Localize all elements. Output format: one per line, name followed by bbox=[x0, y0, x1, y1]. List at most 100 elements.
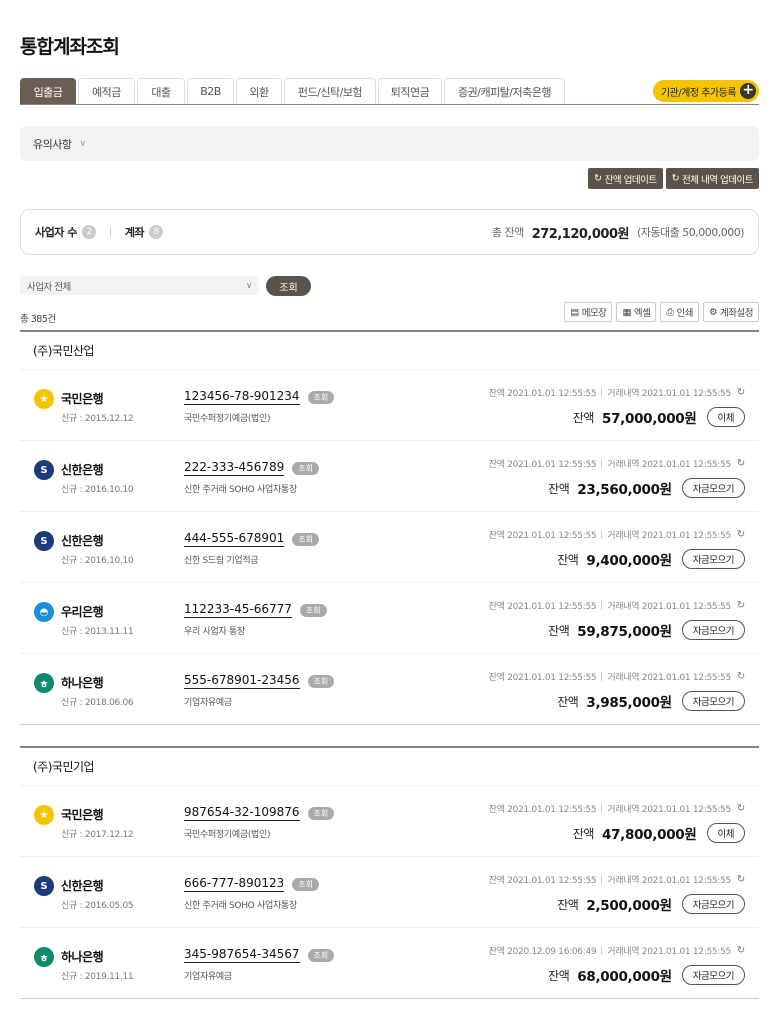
refresh-icon[interactable]: ↻ bbox=[737, 671, 745, 682]
tab-forex[interactable]: 외환 bbox=[236, 78, 282, 104]
opened-date: 신규 : 2016.05.05 bbox=[61, 901, 134, 911]
account-number-link[interactable]: 666-777-890123 bbox=[184, 876, 285, 892]
tab-deposit-withdrawal[interactable]: 입출금 bbox=[20, 78, 76, 104]
account-number-wrap: 666-777-890123 조회 bbox=[184, 876, 320, 892]
account-action-button[interactable]: 자금모으기 bbox=[681, 620, 745, 640]
balance-label: 잔액 bbox=[548, 968, 570, 983]
tab-b2b[interactable]: B2B bbox=[187, 78, 234, 104]
inquiry-badge[interactable]: 조회 bbox=[307, 390, 335, 404]
transaction-timestamp: 거래내역 2021.01.01 12:55:55 bbox=[607, 673, 731, 683]
refresh-icon[interactable]: ↻ bbox=[737, 874, 745, 885]
account-product-name: 기업자유예금 bbox=[184, 698, 232, 708]
account-action-button[interactable]: 이체 bbox=[706, 823, 745, 843]
search-button[interactable]: 조회 bbox=[266, 276, 311, 296]
balance-update-button[interactable]: ↻ 잔액 업데이트 bbox=[588, 168, 663, 189]
refresh-icon[interactable]: ↻ bbox=[737, 458, 745, 469]
account-action-button[interactable]: 자금모으기 bbox=[681, 478, 745, 498]
account-number-wrap: 987654-32-109876 조회 bbox=[184, 805, 335, 821]
divider bbox=[601, 672, 603, 681]
account-action-button[interactable]: 이체 bbox=[706, 407, 745, 427]
tab-savings[interactable]: 예적금 bbox=[78, 78, 135, 104]
bank-name: 국민은행 bbox=[61, 392, 104, 406]
account-number-link[interactable]: 345-987654-34567 bbox=[184, 947, 300, 963]
refresh-icon: ↻ bbox=[594, 173, 602, 184]
balance: 잔액 2,500,000원 자금모으기 bbox=[557, 894, 745, 914]
total-balance-label: 총 잔액 bbox=[491, 226, 524, 239]
print-label: 인쇄 bbox=[676, 308, 694, 319]
bank-name: 신한은행 bbox=[61, 879, 104, 893]
divider bbox=[601, 459, 603, 468]
balance-label: 잔액 bbox=[572, 826, 595, 841]
account-number-link[interactable]: 112233-45-66777 bbox=[184, 602, 292, 618]
inquiry-badge[interactable]: 조회 bbox=[292, 461, 320, 475]
excel-button[interactable]: ▦ 엑셀 bbox=[616, 302, 657, 322]
refresh-icon[interactable]: ↻ bbox=[737, 529, 745, 540]
notice-toggle[interactable]: 유의사항 ∨ bbox=[20, 126, 759, 161]
balance-label: 잔액 bbox=[557, 694, 579, 709]
balance-timestamp: 잔액 2021.01.01 12:55:55 bbox=[488, 602, 597, 612]
print-button[interactable]: ⎙ 인쇄 bbox=[660, 302, 699, 322]
opened-date: 신규 : 2016.10.10 bbox=[61, 556, 134, 566]
account-row: S 신한은행 신규 : 2016.10.10 222-333-456789 조회 신한 주… bbox=[20, 441, 759, 512]
inquiry-badge[interactable]: 조회 bbox=[307, 674, 335, 688]
account-action-button[interactable]: 자금모으기 bbox=[681, 691, 745, 711]
account-number-link[interactable]: 222-333-456789 bbox=[184, 460, 285, 476]
tab-securities[interactable]: 증권/캐피탈/저축은행 bbox=[444, 78, 565, 104]
refresh-icon[interactable]: ↻ bbox=[737, 387, 745, 398]
update-timestamps: 잔액 2021.01.01 12:55:55 거래내역 2021.01.01 12… bbox=[488, 599, 746, 612]
tab-pension[interactable]: 퇴직연금 bbox=[378, 78, 442, 104]
inquiry-badge[interactable]: 조회 bbox=[307, 948, 335, 962]
bank-logo-icon: ★ bbox=[34, 805, 54, 825]
inquiry-badge[interactable]: 조회 bbox=[292, 532, 320, 546]
divider bbox=[601, 601, 603, 610]
update-timestamps: 잔액 2021.01.01 12:55:55 거래내역 2021.01.01 12… bbox=[489, 386, 746, 399]
tab-fund-trust-insurance[interactable]: 펀드/신탁/보험 bbox=[284, 78, 376, 104]
inquiry-badge[interactable]: 조회 bbox=[292, 877, 320, 891]
balance-value: 2,500,000원 bbox=[586, 898, 672, 914]
account-number-link[interactable]: 987654-32-109876 bbox=[184, 805, 300, 821]
bank-name: 하나은행 bbox=[61, 676, 104, 690]
update-timestamps: 잔액 2021.01.01 12:55:55 거래내역 2021.01.01 12… bbox=[489, 528, 746, 541]
divider bbox=[601, 804, 603, 813]
inquiry-badge[interactable]: 조회 bbox=[307, 806, 335, 820]
print-icon: ⎙ bbox=[666, 306, 674, 318]
account-product-name: 기업자유예금 bbox=[184, 972, 232, 982]
account-settings-button[interactable]: ⚙ 계좌설정 bbox=[703, 302, 759, 322]
business-count-badge: 2 bbox=[81, 225, 96, 239]
balance-label: 잔액 bbox=[572, 410, 595, 425]
transaction-timestamp: 거래내역 2021.01.01 12:55:55 bbox=[607, 389, 731, 399]
transaction-timestamp: 거래내역 2021.01.01 12:55:55 bbox=[607, 602, 731, 612]
bank-name: 하나은행 bbox=[61, 950, 104, 964]
tab-loan[interactable]: 대출 bbox=[137, 78, 185, 104]
bank-logo-icon: S bbox=[34, 876, 54, 896]
account-number-link[interactable]: 555-678901-23456 bbox=[184, 673, 300, 689]
bank-logo-icon: ㅎ bbox=[34, 947, 54, 967]
account-product-name: 우리 사업자 통장 bbox=[184, 627, 245, 637]
account-number-link[interactable]: 123456-78-901234 bbox=[184, 389, 300, 405]
notice-label: 유의사항 bbox=[33, 137, 72, 151]
business-select[interactable]: 사업자 전체 ∨ bbox=[20, 276, 259, 295]
balance: 잔액 3,985,000원 자금모으기 bbox=[557, 691, 745, 711]
account-action-button[interactable]: 자금모으기 bbox=[681, 965, 745, 985]
account-number-link[interactable]: 444-555-678901 bbox=[184, 531, 285, 547]
refresh-icon[interactable]: ↻ bbox=[737, 600, 745, 611]
update-timestamps: 잔액 2020.12.09 16:06:49 거래내역 2021.01.01 12… bbox=[489, 944, 746, 957]
account-action-button[interactable]: 자금모으기 bbox=[681, 549, 745, 569]
excel-label: 엑셀 bbox=[633, 308, 651, 319]
memo-button[interactable]: ▤ 메모장 bbox=[564, 302, 613, 322]
account-row: ㅎ 하나은행 신규 : 2018.06.06 555-678901-23456 조회 기업… bbox=[20, 654, 759, 725]
transaction-timestamp: 거래내역 2021.01.01 12:55:55 bbox=[607, 460, 731, 470]
refresh-icon[interactable]: ↻ bbox=[737, 803, 745, 814]
inquiry-badge[interactable]: 조회 bbox=[299, 603, 327, 617]
opened-date: 신규 : 2016.10.10 bbox=[61, 485, 134, 495]
refresh-icon[interactable]: ↻ bbox=[737, 945, 745, 956]
bank-name: 우리은행 bbox=[61, 605, 104, 619]
balance-value: 68,000,000원 bbox=[577, 969, 672, 985]
account-count-badge: 8 bbox=[149, 225, 164, 239]
total-balance-value: 272,120,000원 bbox=[531, 226, 630, 242]
all-update-button[interactable]: ↻ 전체 내역 업데이트 bbox=[665, 168, 759, 189]
account-action-button[interactable]: 자금모으기 bbox=[681, 894, 745, 914]
divider bbox=[601, 530, 603, 539]
account-number-wrap: 112233-45-66777 조회 bbox=[184, 602, 327, 618]
add-institution-button[interactable]: 기관/계정 추가등록 + bbox=[652, 80, 759, 102]
